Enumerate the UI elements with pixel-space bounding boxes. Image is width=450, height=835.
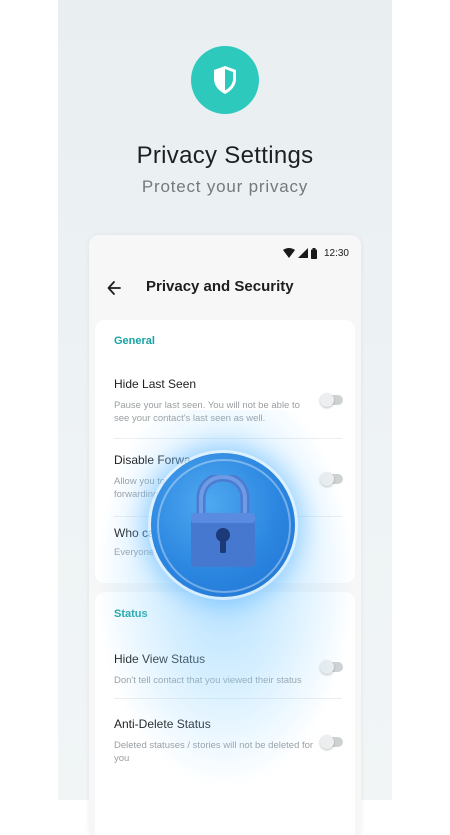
setting-title: Hide Last Seen <box>114 377 197 391</box>
setting-title: Anti-Delete Status <box>114 717 211 731</box>
setting-row-anti-delete-status[interactable]: Anti-Delete Status Deleted statuses / st… <box>95 707 355 777</box>
status-bar: 12:30 <box>282 246 349 260</box>
lock-badge <box>151 453 295 597</box>
battery-icon <box>310 247 317 259</box>
section-label-general: General <box>114 335 155 347</box>
padlock-icon <box>191 475 255 567</box>
shield-icon <box>214 66 236 94</box>
promo-subtitle: Protect your privacy <box>141 177 309 196</box>
status-time: 12:30 <box>323 247 349 259</box>
disable-forward-toggle[interactable] <box>320 472 343 486</box>
divider <box>114 698 342 699</box>
setting-description: Don't tell contact that you viewed their… <box>114 675 302 686</box>
setting-row-hide-view-status[interactable]: Hide View Status Don't tell contact that… <box>95 646 355 706</box>
signal-icon <box>297 248 308 258</box>
setting-title: Disable Forwa <box>114 453 191 467</box>
promo-title: Privacy Settings <box>136 142 314 169</box>
setting-description: Pause your last seen. You will not be ab… <box>114 400 300 424</box>
toggle-knob <box>320 660 334 674</box>
hide-view-status-toggle[interactable] <box>320 660 343 674</box>
divider <box>114 438 342 439</box>
hide-last-seen-toggle[interactable] <box>320 393 343 407</box>
toggle-knob <box>320 393 334 407</box>
app-header: Privacy and Security <box>89 273 361 307</box>
back-arrow-icon[interactable] <box>107 280 121 296</box>
shield-badge <box>191 46 259 114</box>
setting-title: Hide View Status <box>114 652 206 666</box>
toggle-knob <box>320 472 334 486</box>
setting-row-hide-last-seen[interactable]: Hide Last Seen Pause your last seen. You… <box>95 370 355 432</box>
status-settings-card: Status Hide View Status Don't tell conta… <box>95 592 355 835</box>
toggle-knob <box>320 735 334 749</box>
section-label-status: Status <box>114 608 148 620</box>
anti-delete-status-toggle[interactable] <box>320 735 343 749</box>
wifi-icon <box>282 248 295 258</box>
setting-description: Deleted statuses / stories will not be d… <box>114 740 314 764</box>
page-title: Privacy and Security <box>146 278 294 295</box>
